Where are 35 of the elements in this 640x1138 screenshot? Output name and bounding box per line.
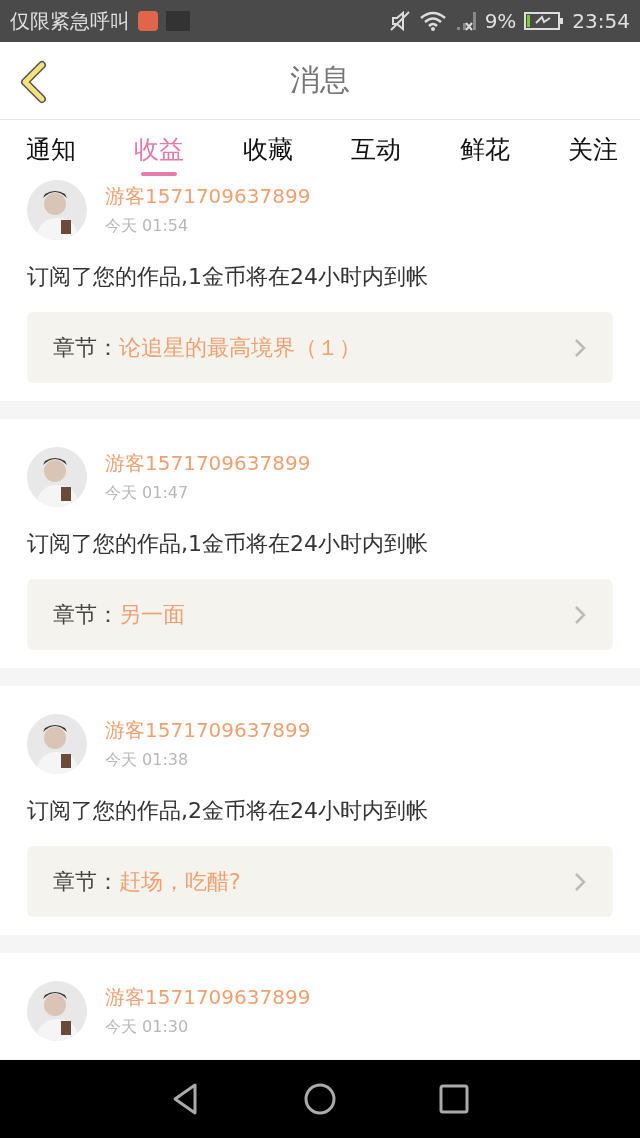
chapter-label: 章节： [53, 600, 119, 629]
chapter-row[interactable]: 章节：论追星的最高境界（１） [27, 312, 613, 383]
timestamp: 今天 01:54 [105, 216, 190, 237]
tab[interactable]: 关注 [561, 120, 624, 178]
signal-icon [454, 10, 477, 32]
chevron-icon [573, 603, 587, 626]
status-text: 仅限紧急呼叫 [10, 7, 130, 35]
message-text: 订阅了您的作品,1金币将在24小时内到帐 [27, 530, 429, 558]
chapter-row[interactable]: 章节：另一面 [27, 579, 613, 650]
back-icon[interactable] [18, 60, 48, 104]
chevron-icon [573, 336, 587, 359]
tab[interactable]: 通知 [20, 120, 82, 178]
timestamp: 今天 01:38 [105, 750, 190, 771]
home-icon[interactable] [303, 1082, 337, 1116]
tab[interactable]: 互动 [345, 120, 408, 178]
mute-icon [388, 10, 411, 32]
timestamp: 今天 01:47 [105, 483, 190, 504]
tab[interactable]: 收藏 [236, 120, 299, 178]
message-text: 订阅了您的作品,2金币将在24小时内到帐 [27, 797, 429, 825]
chapter-label: 章节： [53, 867, 119, 896]
tab[interactable]: 鲜花 [453, 120, 516, 178]
clock: 23:54 [572, 9, 630, 33]
battery-icon [524, 11, 565, 31]
chapter-title: 论追星的最高境界（１） [119, 333, 362, 362]
chapter-row[interactable]: 章节：赶场，吃醋? [27, 846, 613, 917]
chapter-label: 章节： [53, 333, 119, 362]
wifi-icon [418, 10, 447, 32]
chevron-icon [573, 870, 587, 893]
recents-icon[interactable] [437, 1082, 471, 1116]
timestamp: 今天 01:30 [105, 1017, 190, 1038]
chapter-title: 另一面 [119, 600, 186, 629]
chapter-title: 赶场，吃醋? [119, 867, 242, 896]
page-title: 消息 [290, 61, 350, 99]
battery-text: 9% [484, 9, 517, 33]
message-text: 订阅了您的作品,1金币将在24小时内到帐 [27, 263, 429, 291]
